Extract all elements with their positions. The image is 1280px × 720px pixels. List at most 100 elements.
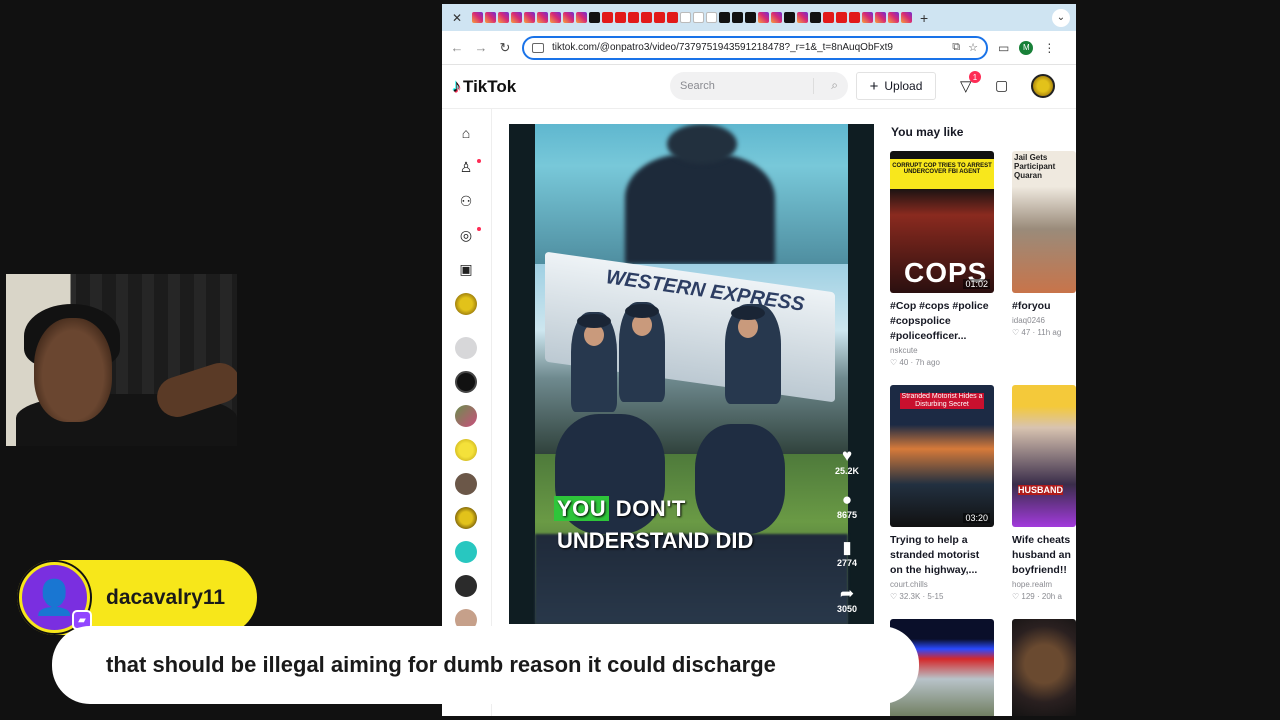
back-arrow-icon[interactable]: ← [450, 40, 464, 55]
upload-label: Upload [884, 79, 923, 93]
home-icon[interactable]: ⌂ [456, 123, 476, 143]
profile-avatar[interactable]: M [1019, 40, 1034, 55]
tab-favicon-icon[interactable] [550, 12, 561, 23]
video-officer-kneeling [695, 424, 785, 534]
tab-favicon-icon[interactable] [875, 12, 886, 23]
tab-favicon-icon[interactable] [888, 12, 899, 23]
recommended-video[interactable]: HUSBAND Wife cheats husband an boyfriend… [1012, 385, 1076, 601]
video-player[interactable]: WESTERN EXPRESS YOU DON'T UNDERSTAND DID… [509, 124, 874, 624]
tab-favicon-icon[interactable] [732, 12, 743, 23]
recommended-thumbnail[interactable]: Stranded Motorist Hides a Disturbing Sec… [890, 385, 994, 527]
new-tab-button[interactable]: + [920, 10, 928, 26]
tiktok-logo[interactable]: ♪ TikTok [452, 76, 516, 97]
address-bar[interactable]: tiktok.com/@onpatro3/video/7379751943591… [522, 35, 988, 60]
tab-favicon-icon[interactable] [680, 12, 691, 23]
live-icon[interactable]: ▣ [456, 259, 476, 279]
tab-favicon-icon[interactable] [771, 12, 782, 23]
tab-favicon-icon[interactable] [719, 12, 730, 23]
site-info-icon[interactable] [532, 42, 544, 53]
recommended-author[interactable]: idaq0246 [1012, 316, 1076, 325]
tab-favicon-icon[interactable] [849, 12, 860, 23]
tab-favicon-icon[interactable] [654, 12, 665, 23]
tab-favicon-icon[interactable] [810, 12, 821, 23]
friends-icon[interactable]: ⚇ [456, 191, 476, 211]
following-account-avatar[interactable] [455, 371, 477, 393]
tab-favicon-icon[interactable] [589, 12, 600, 23]
following-account-avatar[interactable] [455, 405, 477, 427]
like-button[interactable]: ♥ 25.2K [827, 446, 867, 476]
recommended-author[interactable]: court.chills [890, 580, 994, 589]
tab-favicon-icon[interactable] [862, 12, 873, 23]
share-button[interactable]: ➦ 3050 [827, 584, 867, 614]
tab-favicon-icon[interactable] [784, 12, 795, 23]
install-app-icon[interactable]: ⧉ [952, 41, 960, 54]
tab-favicon-icon[interactable] [745, 12, 756, 23]
upload-button[interactable]: + Upload [856, 72, 936, 100]
tab-favicon-icon[interactable] [576, 12, 587, 23]
tab-favicon-icon[interactable] [628, 12, 639, 23]
recommended-video[interactable]: Jail Gets Participant Quaran #foryou ida… [1012, 151, 1076, 337]
address-url[interactable]: tiktok.com/@onpatro3/video/7379751943591… [552, 42, 944, 53]
messages-icon[interactable]: ▢ [995, 77, 1008, 94]
search-icon[interactable]: ⌕ [831, 78, 838, 93]
following-account-avatar[interactable] [455, 439, 477, 461]
recommended-title[interactable]: #Cop #cops #police #copspolice #policeof… [890, 299, 994, 344]
forward-arrow-icon[interactable]: → [474, 40, 488, 55]
recommended-thumbnail[interactable]: Jail Gets Participant Quaran [1012, 151, 1076, 293]
tab-favicon-icon[interactable] [667, 12, 678, 23]
recommended-title[interactable]: Trying to help a stranded motorist on th… [890, 533, 994, 578]
tab-favicon-icon[interactable] [563, 12, 574, 23]
save-button[interactable]: ▮ 2774 [827, 538, 867, 568]
tab-favicon-icon[interactable] [537, 12, 548, 23]
tab-favicon-icon[interactable] [823, 12, 834, 23]
following-account-avatar[interactable] [455, 507, 477, 529]
tab-favicon-icon[interactable] [511, 12, 522, 23]
recommended-author[interactable]: nskcute [890, 346, 994, 355]
recommended-thumbnail[interactable]: HUSBAND [1012, 385, 1076, 527]
tab-close-icon[interactable]: ✕ [448, 9, 466, 27]
user-avatar[interactable] [1031, 74, 1055, 98]
recommended-title[interactable]: Wife cheats husband an boyfriend!! [1012, 533, 1076, 578]
recommended-author[interactable]: hope.realm [1012, 580, 1076, 589]
tab-favicon-icon[interactable] [472, 12, 483, 23]
video-frame-top [535, 124, 848, 264]
following-account-avatar[interactable] [455, 575, 477, 597]
comment-button[interactable]: ● 8675 [827, 490, 867, 520]
explore-dot [477, 227, 481, 231]
cast-icon[interactable]: ▭ [998, 41, 1009, 55]
following-account-avatar[interactable] [455, 541, 477, 563]
tab-favicon-icon[interactable] [641, 12, 652, 23]
tab-favicon-icon[interactable] [758, 12, 769, 23]
recommended-video[interactable]: CORRUPT COP TRIES TO ARREST UNDERCOVER F… [890, 151, 994, 367]
tab-favicon-icon[interactable] [901, 12, 912, 23]
tab-favicon-icon[interactable] [797, 12, 808, 23]
following-account-avatar[interactable] [455, 473, 477, 495]
search-input[interactable]: Search ⌕ [670, 72, 848, 100]
tab-favicon-icon[interactable] [706, 12, 717, 23]
tab-favicon-icon[interactable] [524, 12, 535, 23]
tab-search-button[interactable]: ⌄ [1052, 8, 1070, 27]
chat-username: dacavalry11 [106, 586, 226, 609]
bookmark-star-icon[interactable]: ☆ [968, 41, 978, 54]
video-caption-line1: YOU DON'T [554, 496, 686, 522]
recommended-video[interactable]: Stranded Motorist Hides a Disturbing Sec… [890, 385, 994, 601]
reload-icon[interactable]: ↻ [498, 40, 512, 56]
recommended-title[interactable]: #foryou [1012, 299, 1076, 314]
save-count: 2774 [836, 558, 858, 568]
tab-favicon-icon[interactable] [615, 12, 626, 23]
recommended-video[interactable] [1012, 619, 1076, 716]
recommended-thumbnail[interactable] [1012, 619, 1076, 716]
profile-icon[interactable] [455, 293, 477, 315]
tiktok-header: ♪ TikTok Search ⌕ + Upload ▽ 1 ▢ [442, 65, 1076, 109]
following-icon[interactable]: ♙ [456, 157, 476, 177]
browser-menu-icon[interactable]: ⋮ [1043, 41, 1055, 55]
following-account-avatar[interactable] [455, 337, 477, 359]
explore-compass-icon[interactable]: ◎ [456, 225, 476, 245]
tab-favicon-icon[interactable] [498, 12, 509, 23]
tab-favicon-icon[interactable] [485, 12, 496, 23]
tab-favicon-icon[interactable] [602, 12, 613, 23]
video-duration: 01:02 [963, 279, 990, 289]
tab-favicon-icon[interactable] [693, 12, 704, 23]
recommended-thumbnail[interactable]: CORRUPT COP TRIES TO ARREST UNDERCOVER F… [890, 151, 994, 293]
tab-favicon-icon[interactable] [836, 12, 847, 23]
